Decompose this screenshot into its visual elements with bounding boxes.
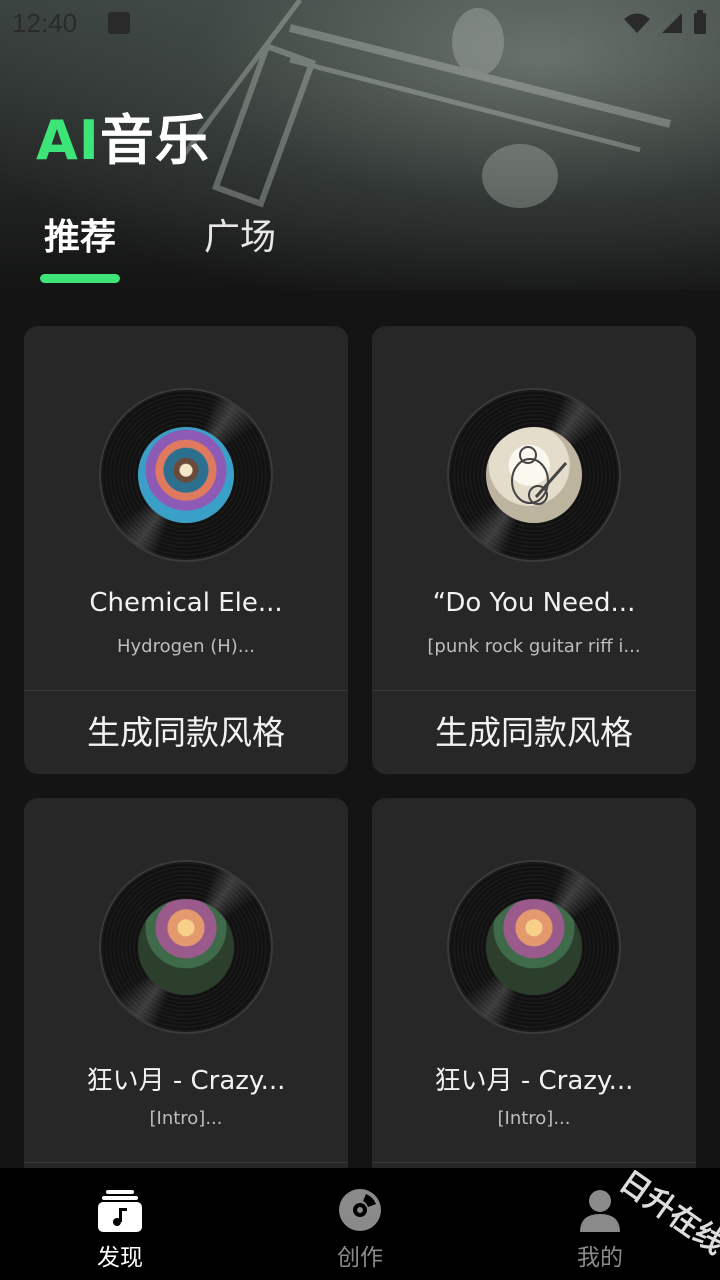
tab-indicator [40,274,120,283]
tab-plaza[interactable]: 广场 [204,208,276,260]
vinyl-record-icon [447,860,621,1034]
generate-same-style-button[interactable]: 生成同款风格 [24,691,348,774]
status-time: 12:40 [12,8,78,38]
song-lyrics-preview: [Intro]... [149,1108,223,1129]
music-note-stack-icon [98,1190,142,1232]
song-lyrics-preview: Hydrogen (H)... [116,636,255,657]
song-title: Chemical Ele... [89,588,283,618]
status-icons [622,10,708,36]
app-title-ai: AI [36,109,100,172]
battery-icon [694,10,706,34]
song-lyrics-preview: [punk rock guitar riff i... [427,636,641,657]
vinyl-record-icon [99,860,273,1034]
disc-icon [339,1189,381,1231]
signal-icon [662,13,682,33]
song-card[interactable]: Chemical Ele... Hydrogen (H)... 生成同款风格 [24,326,348,774]
generate-same-style-button[interactable]: 生成同款风格 [372,691,696,774]
song-card[interactable]: 狂い月 - Crazy... [Intro]... [24,798,348,1198]
vinyl-record-icon [447,388,621,562]
status-bar: 12:40 [0,0,720,50]
cover-art [138,427,234,523]
app-title-music: 音乐 [99,109,210,172]
divider [372,1162,696,1163]
song-lyrics-preview: [Intro]... [497,1108,571,1129]
song-card[interactable]: “Do You Need... [punk rock guitar riff i… [372,326,696,774]
wifi-icon [624,13,650,33]
nav-create[interactable]: 创作 [240,1168,480,1280]
song-title: 狂い月 - Crazy... [86,1066,286,1096]
app-title: AI音乐 [36,96,210,175]
bottom-navigation: 发现 创作 我的 [0,1168,720,1280]
cover-art [486,899,582,995]
divider [24,1162,348,1163]
tab-recommended[interactable]: 推荐 [44,208,116,260]
cover-art [486,427,582,523]
song-card[interactable]: 狂い月 - Crazy... [Intro]... [372,798,696,1198]
song-title: “Do You Need... [432,588,636,618]
nav-discover[interactable]: 发现 [0,1168,240,1280]
vinyl-record-icon [99,388,273,562]
song-title: 狂い月 - Crazy... [434,1066,634,1096]
image-notification-icon [108,12,130,34]
nav-label: 发现 [97,1245,143,1271]
nav-label: 创作 [337,1245,383,1271]
tab-bar: 推荐 广场 [0,208,720,288]
cover-art [138,899,234,995]
bird-guitar-art-icon [511,446,568,505]
